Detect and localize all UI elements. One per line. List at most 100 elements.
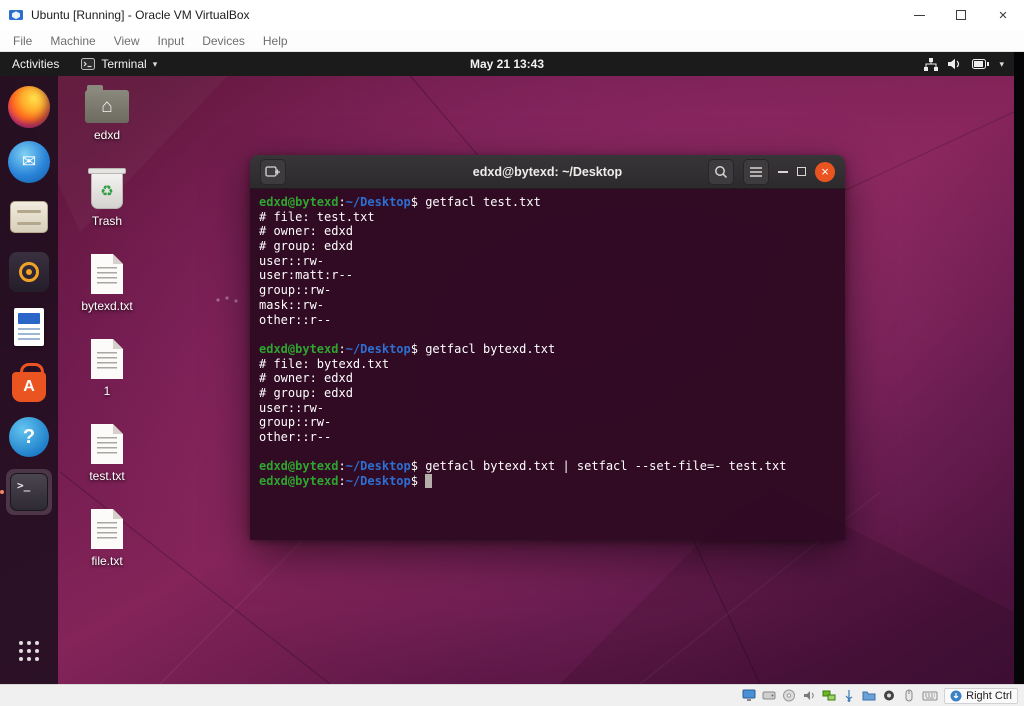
desktop-icon-1[interactable]: 1 [74,339,140,398]
terminal-line: edxd@bytexd:~/Desktop$ [259,474,836,489]
terminal-prompt-glyph: >_ [17,479,30,492]
text-file-icon [91,424,123,464]
host-key-indicator: Right Ctrl [944,688,1018,704]
new-tab-button[interactable] [260,159,286,185]
app-menu-terminal[interactable]: Terminal ▾ [71,52,167,76]
dock: ✉ A ? [0,76,58,684]
clock[interactable]: May 21 13:43 [470,57,544,71]
text-file-icon [91,339,123,379]
terminal-line [259,327,836,342]
vbox-titlebar[interactable]: Ubuntu [Running] - Oracle VM VirtualBox … [0,0,1024,30]
ubuntu-software-icon: A [12,372,46,402]
status-hdd-icon[interactable] [762,689,776,702]
terminal-line: mask::rw- [259,298,836,313]
window-title: Ubuntu [Running] - Oracle VM VirtualBox [31,8,250,22]
running-indicator [0,490,4,494]
new-tab-icon [265,165,281,178]
dock-item-help[interactable]: ? [6,414,52,460]
menu-view[interactable]: View [105,34,149,48]
system-tray[interactable]: ▾ [924,52,1014,76]
terminal-line: # owner: edxd [259,371,836,386]
desktop-icon-edxd[interactable]: ⌂ edxd [74,82,140,142]
ubuntu-desktop[interactable]: Activities Terminal ▾ May 21 13:43 [0,52,1014,684]
dock-item-rhythmbox[interactable] [6,249,52,295]
chevron-down-icon: ▾ [153,59,158,70]
status-keyboard-icon[interactable] [922,689,938,702]
status-recording-icon[interactable] [882,689,896,702]
show-applications-button[interactable] [6,628,52,674]
text-file-icon [91,254,123,294]
terminal-line: other::r-- [259,313,836,328]
desktop-icons: ⌂ edxd ♻ Trash bytexd.txt 1 test.txt [74,82,140,568]
menu-file[interactable]: File [4,34,41,48]
terminal-mini-icon [81,58,95,70]
desktop-icon-test-txt[interactable]: test.txt [74,424,140,483]
menu-input[interactable]: Input [149,34,194,48]
menu-button[interactable] [743,159,769,185]
dock-item-libreoffice-writer[interactable] [6,304,52,350]
thunderbird-icon: ✉ [8,141,50,183]
dock-item-terminal[interactable]: >_ [6,469,52,515]
terminal-line: group::rw- [259,283,836,298]
firefox-icon [8,86,50,128]
terminal-output[interactable]: edxd@bytexd:~/Desktop$ getfacl test.txt#… [250,189,845,540]
terminal-line: # file: test.txt [259,210,836,225]
home-folder-icon: ⌂ [85,90,129,123]
terminal-close-button[interactable]: × [815,162,835,182]
terminal-line: group::rw- [259,415,836,430]
close-icon: × [821,165,829,178]
text-file-icon [91,509,123,549]
status-display-icon[interactable] [742,689,756,702]
files-icon [10,201,48,233]
activities-button[interactable]: Activities [0,52,71,76]
desktop-icon-trash[interactable]: ♻ Trash [74,168,140,228]
terminal-titlebar[interactable]: edxd@bytexd: ~/Desktop [250,155,845,189]
terminal-line: user:matt:r-- [259,268,836,283]
status-network-icon[interactable] [822,689,836,702]
terminal-line: user::rw- [259,401,836,416]
recycle-glyph: ♻ [100,182,113,200]
terminal-line: # owner: edxd [259,224,836,239]
terminal-line: # group: edxd [259,386,836,401]
window-minimize-button[interactable] [898,0,940,30]
window-close-button[interactable]: × [982,0,1024,30]
mail-glyph: ✉ [22,152,36,172]
dock-item-thunderbird[interactable]: ✉ [6,139,52,185]
menu-machine[interactable]: Machine [41,34,104,48]
hamburger-icon [749,166,763,178]
virtualbox-logo-icon [8,7,24,23]
desktop-icon-label: edxd [94,128,120,142]
show-applications-icon [19,641,39,661]
menu-devices[interactable]: Devices [193,34,254,48]
vm-screen: Activities Terminal ▾ May 21 13:43 [0,52,1024,684]
close-icon: × [999,8,1008,23]
desktop-icon-bytexd-txt[interactable]: bytexd.txt [74,254,140,313]
search-button[interactable] [708,159,734,185]
menu-help[interactable]: Help [254,34,297,48]
libreoffice-writer-icon [14,308,44,346]
terminal-maximize-button[interactable] [797,167,806,176]
desktop-icon-file-txt[interactable]: file.txt [74,509,140,568]
window-maximize-button[interactable] [940,0,982,30]
vbox-menubar: File Machine View Input Devices Help [0,30,1024,52]
app-menu-label: Terminal [101,57,146,71]
tray-chevron-down-icon: ▾ [999,59,1004,70]
trash-icon: ♻ [91,172,123,209]
terminal-header-controls: × [708,159,835,185]
status-optical-icon[interactable] [782,689,796,702]
status-shared-folders-icon[interactable] [862,689,876,702]
terminal-minimize-button[interactable] [778,171,788,173]
desktop-icon-label: test.txt [89,469,124,483]
dock-item-files[interactable] [6,194,52,240]
home-glyph: ⌂ [101,97,112,116]
status-audio-icon[interactable] [802,689,816,702]
status-mouse-icon[interactable] [902,689,916,702]
help-icon: ? [9,417,49,457]
host-key-label: Right Ctrl [966,690,1012,702]
dock-item-ubuntu-software[interactable]: A [6,359,52,405]
terminal-line: edxd@bytexd:~/Desktop$ getfacl bytexd.tx… [259,342,836,357]
window-controls: × [898,0,1024,30]
dock-item-firefox[interactable] [6,84,52,130]
status-usb-icon[interactable] [842,689,856,702]
host-key-state-icon [950,690,962,702]
